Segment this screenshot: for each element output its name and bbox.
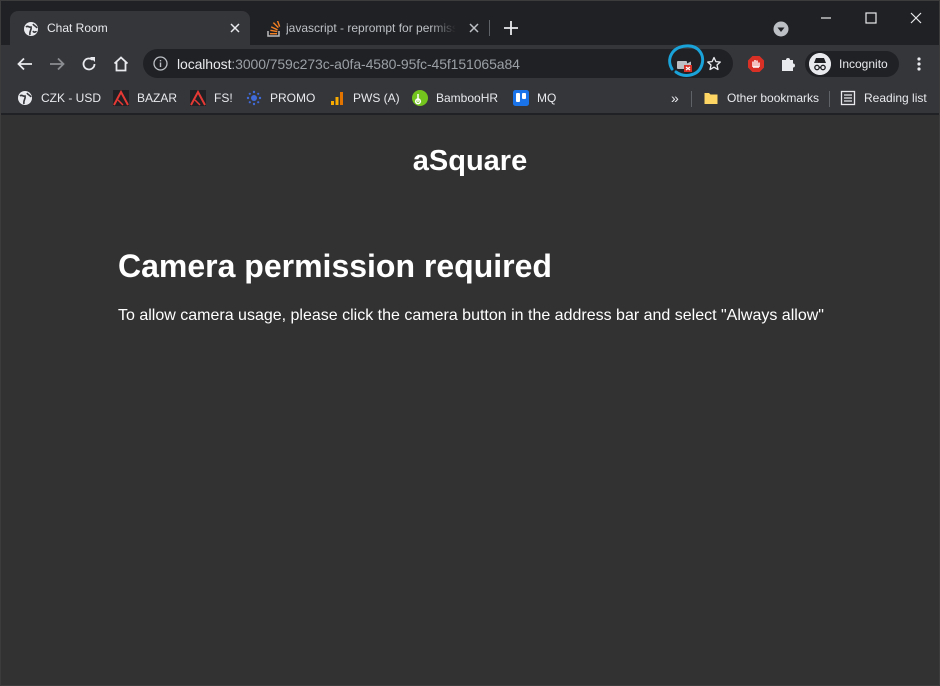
home-icon <box>113 56 129 72</box>
bookmark-label: CZK - USD <box>41 91 101 105</box>
permission-message: To allow camera usage, please click the … <box>118 307 824 324</box>
tab-separator <box>489 20 490 36</box>
bookmarks-separator <box>691 91 692 107</box>
tab-search-icon[interactable] <box>773 21 789 37</box>
red-logo-icon <box>190 90 206 106</box>
close-tab-icon[interactable] <box>466 20 482 36</box>
bookmarks-separator <box>829 91 830 107</box>
bookmark-label: PROMO <box>270 91 316 105</box>
url-path: :3000/759c273c-a0fa-4580-95fc-45f151065a… <box>231 56 520 72</box>
home-button[interactable] <box>110 53 132 75</box>
reading-list-label: Reading list <box>864 91 927 105</box>
tab-title: javascript - reprompt for permissions <box>286 21 456 35</box>
tab-chat-room[interactable]: Chat Room <box>10 11 250 45</box>
arrow-right-icon <box>50 57 65 71</box>
reading-list[interactable]: Reading list <box>840 88 927 108</box>
forward-button[interactable] <box>46 53 68 75</box>
bookmark-label: BAZAR <box>137 91 178 105</box>
extension-adblock-button[interactable] <box>745 53 767 75</box>
arrow-left-icon <box>17 57 32 71</box>
bookmarks-overflow-button[interactable]: » <box>671 88 679 108</box>
puzzle-icon <box>782 58 795 71</box>
bookmark-label: MQ <box>537 91 557 105</box>
maximize-icon[interactable] <box>860 9 882 27</box>
bookmark-promo[interactable]: PROMO <box>246 88 315 108</box>
close-tab-icon[interactable] <box>227 20 243 36</box>
browser-window: Chat Room javascript - reprompt for perm… <box>0 0 940 686</box>
globe-icon <box>24 22 38 36</box>
bookmark-star-icon[interactable] <box>706 56 722 72</box>
close-window-icon[interactable] <box>905 9 927 27</box>
site-info-icon[interactable] <box>153 56 168 71</box>
bookmark-pws[interactable]: PWS (A) <box>329 88 400 108</box>
profile-label: Incognito <box>839 57 888 71</box>
chevron-double-right-icon: » <box>671 90 679 106</box>
folder-icon <box>704 93 718 104</box>
stackoverflow-icon <box>267 21 281 37</box>
bookmark-label: FS! <box>214 91 233 105</box>
extensions-button[interactable] <box>777 53 799 75</box>
incognito-icon <box>809 53 831 75</box>
url-host: localhost <box>177 56 232 72</box>
bookmark-bamboohr[interactable]: BambooHR <box>412 88 498 108</box>
menu-button[interactable] <box>908 53 930 75</box>
minimize-icon[interactable] <box>815 9 837 27</box>
globe-icon <box>18 91 32 105</box>
bookmark-mq[interactable]: MQ <box>513 88 556 108</box>
tab-title: Chat Room <box>47 21 108 35</box>
bookmark-bazar[interactable]: BAZAR <box>113 88 177 108</box>
bookmark-fs[interactable]: FS! <box>190 88 233 108</box>
address-bar[interactable]: localhost:3000/759c273c-a0fa-4580-95fc-4… <box>143 44 733 78</box>
toolbar: localhost:3000/759c273c-a0fa-4580-95fc-4… <box>1 44 939 83</box>
other-bookmarks-label: Other bookmarks <box>727 91 820 105</box>
bar-chart-icon <box>331 92 343 105</box>
bookmark-label: PWS (A) <box>353 91 400 105</box>
reload-button[interactable] <box>78 53 100 75</box>
other-bookmarks[interactable]: Other bookmarks <box>703 88 819 108</box>
bookmarks-bar: CZK - USD BAZAR FS! PROMO PWS (A) Bamboo… <box>1 83 939 114</box>
tab-strip: Chat Room javascript - reprompt for perm… <box>1 1 939 45</box>
annotation-circle <box>668 44 705 77</box>
reading-list-icon <box>840 90 856 106</box>
adblock-icon <box>748 56 764 72</box>
back-button[interactable] <box>14 53 36 75</box>
red-logo-icon <box>113 90 129 106</box>
bamboohr-icon <box>412 90 428 106</box>
page-content: aSquare Camera permission required To al… <box>1 115 939 685</box>
bookmark-czk-usd[interactable]: CZK - USD <box>17 88 101 108</box>
tab-javascript[interactable]: javascript - reprompt for permissions <box>253 11 489 45</box>
url-text[interactable]: localhost:3000/759c273c-a0fa-4580-95fc-4… <box>177 56 520 72</box>
new-tab-icon[interactable] <box>501 18 521 38</box>
page-title: Camera permission required <box>118 248 552 284</box>
bookmark-label: BambooHR <box>436 91 499 105</box>
more-vert-icon <box>917 57 921 71</box>
blue-dots-icon <box>246 90 262 106</box>
trello-icon <box>513 90 529 106</box>
reload-icon <box>82 57 96 71</box>
site-brand: aSquare <box>412 145 528 177</box>
profile-button[interactable]: Incognito <box>805 51 899 77</box>
